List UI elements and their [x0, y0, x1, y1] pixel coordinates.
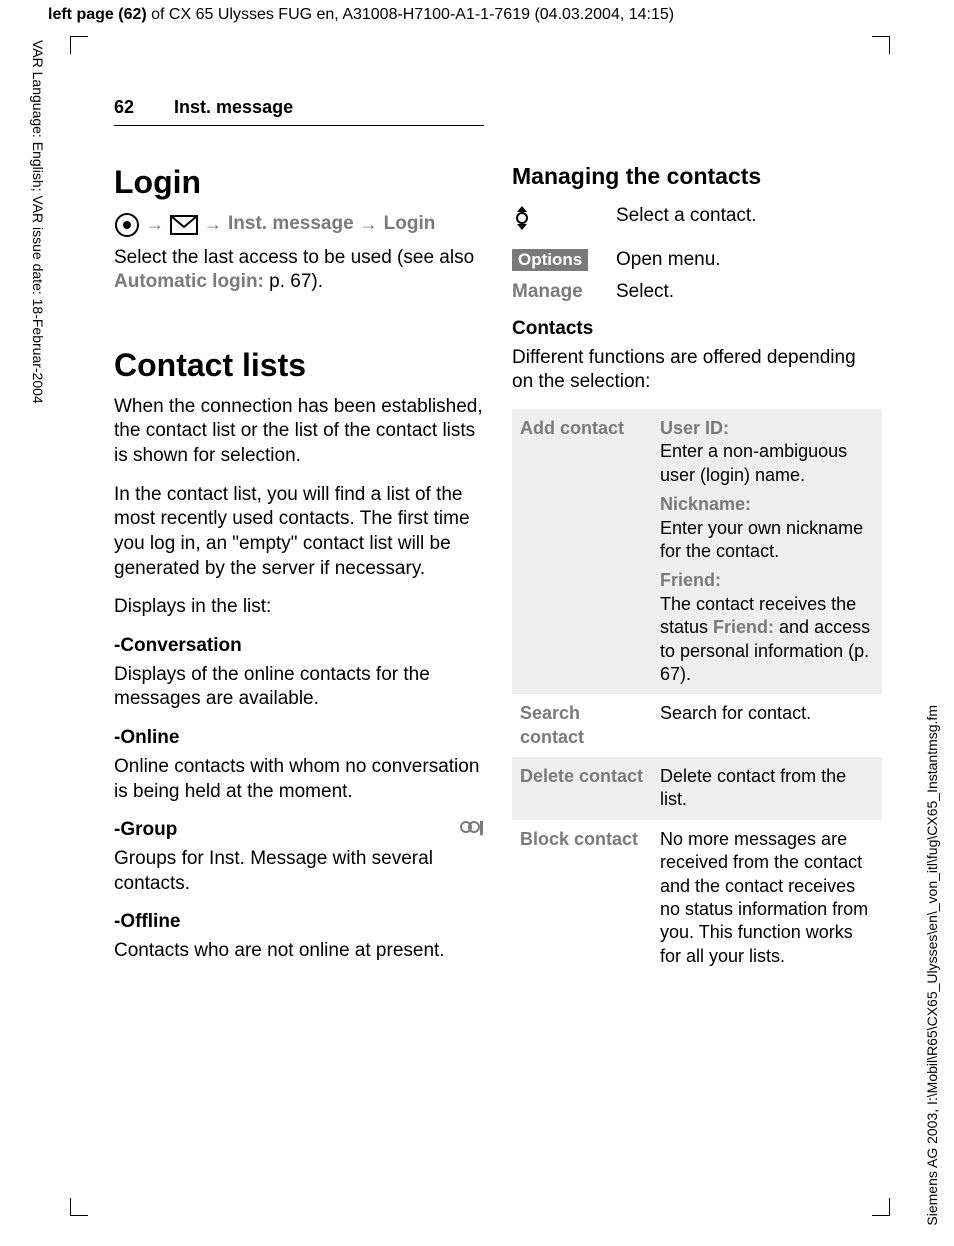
crop-mark-bl	[70, 1198, 88, 1216]
top-header: left page (62) of CX 65 Ulysses FUG en, …	[48, 6, 674, 24]
friend-label: Friend:	[660, 569, 874, 592]
add-contact-label: Add contact	[512, 409, 652, 694]
group-heading: -Group	[114, 818, 177, 843]
crop-mark-br	[872, 1198, 890, 1216]
options-text: Open menu.	[616, 248, 882, 273]
contacts-functions-table: Add contact User ID: Enter a non-ambiguo…	[512, 409, 882, 976]
friend-text-b: Friend:	[713, 617, 774, 637]
manage-row: Manage Select.	[512, 280, 882, 305]
login-paragraph: Select the last access to be used (see a…	[114, 246, 484, 295]
nav-step-2: Login	[384, 212, 436, 237]
arrow-icon: →	[204, 213, 222, 236]
menu-key-icon	[114, 212, 140, 238]
select-contact-text: Select a contact.	[616, 204, 882, 229]
contacts-text: Different functions are offered dependin…	[512, 346, 882, 395]
offline-text: Contacts who are not online at present.	[114, 939, 484, 964]
page-number: 62	[114, 96, 134, 119]
friend-text: The contact receives the status Friend: …	[660, 593, 874, 687]
group-heading-row: -Group	[114, 818, 484, 843]
top-header-rest: of CX 65 Ulysses FUG en, A31008-H7100-A1…	[147, 6, 674, 23]
left-margin-note: VAR Language: English; VAR issue date: 1…	[30, 40, 46, 404]
contacts-heading: Contacts	[512, 317, 882, 342]
top-header-bold: left page (62)	[48, 6, 147, 23]
contact-lists-p2: In the contact list, you will find a lis…	[114, 483, 484, 582]
joystick-icon	[512, 204, 596, 240]
table-row: Add contact User ID: Enter a non-ambiguo…	[512, 409, 882, 694]
online-heading: -Online	[114, 726, 484, 751]
contact-lists-heading: Contact lists	[114, 345, 484, 387]
table-row: Delete contact Delete contact from the l…	[512, 757, 882, 820]
nickname-text: Enter your own nickname for the contact.	[660, 517, 874, 564]
delete-contact-text: Delete contact from the list.	[652, 757, 882, 820]
block-contact-text: No more messages are received from the c…	[652, 820, 882, 976]
right-margin-note: Siemens AG 2003, I:\Mobil\R65\CX65_Ulyss…	[924, 705, 940, 1226]
options-softkey: Options	[512, 249, 588, 271]
options-row: Options Open menu.	[512, 248, 882, 273]
nav-step-1: Inst. message	[228, 212, 354, 237]
delete-contact-label: Delete contact	[512, 757, 652, 820]
left-column: 62 Inst. message Login → → Inst. message…	[114, 112, 484, 978]
arrow-icon: →	[146, 213, 164, 236]
manage-text: Select.	[616, 280, 882, 305]
add-contact-details: User ID: Enter a non-ambiguous user (log…	[652, 409, 882, 694]
nav-path: → → Inst. message → Login	[114, 212, 484, 238]
page-title: Inst. message	[174, 96, 293, 119]
table-row: Search contact Search for contact.	[512, 694, 882, 757]
login-heading: Login	[114, 162, 484, 204]
group-feature-icon	[460, 818, 484, 842]
select-contact-row: Select a contact.	[512, 204, 882, 240]
right-column: Managing the contacts Select a contact. …	[512, 112, 882, 978]
login-text-b: Automatic login:	[114, 271, 264, 292]
page-header: 62 Inst. message	[114, 96, 484, 126]
envelope-icon	[170, 215, 198, 235]
crop-mark-tl	[70, 36, 88, 54]
contact-lists-p1: When the connection has been established…	[114, 395, 484, 469]
offline-heading: -Offline	[114, 910, 484, 935]
page-content: 62 Inst. message Login → → Inst. message…	[114, 112, 882, 978]
group-text: Groups for Inst. Message with several co…	[114, 847, 484, 896]
search-contact-label: Search contact	[512, 694, 652, 757]
login-text-c: p. 67).	[264, 271, 323, 292]
crop-mark-tr	[872, 36, 890, 54]
block-contact-label: Block contact	[512, 820, 652, 976]
conversation-text: Displays of the online contacts for the …	[114, 663, 484, 712]
contact-lists-p3: Displays in the list:	[114, 595, 484, 620]
arrow-icon: →	[360, 213, 378, 236]
nickname-label: Nickname:	[660, 493, 874, 516]
managing-contacts-heading: Managing the contacts	[512, 162, 882, 192]
user-id-label: User ID:	[660, 417, 874, 440]
online-text: Online contacts with whom no conversatio…	[114, 755, 484, 804]
search-contact-text: Search for contact.	[652, 694, 882, 757]
conversation-heading: -Conversation	[114, 634, 484, 659]
user-id-text: Enter a non-ambiguous user (login) name.	[660, 440, 874, 487]
table-row: Block contact No more messages are recei…	[512, 820, 882, 976]
manage-label: Manage	[512, 280, 596, 305]
login-text-a: Select the last access to be used (see a…	[114, 247, 474, 268]
